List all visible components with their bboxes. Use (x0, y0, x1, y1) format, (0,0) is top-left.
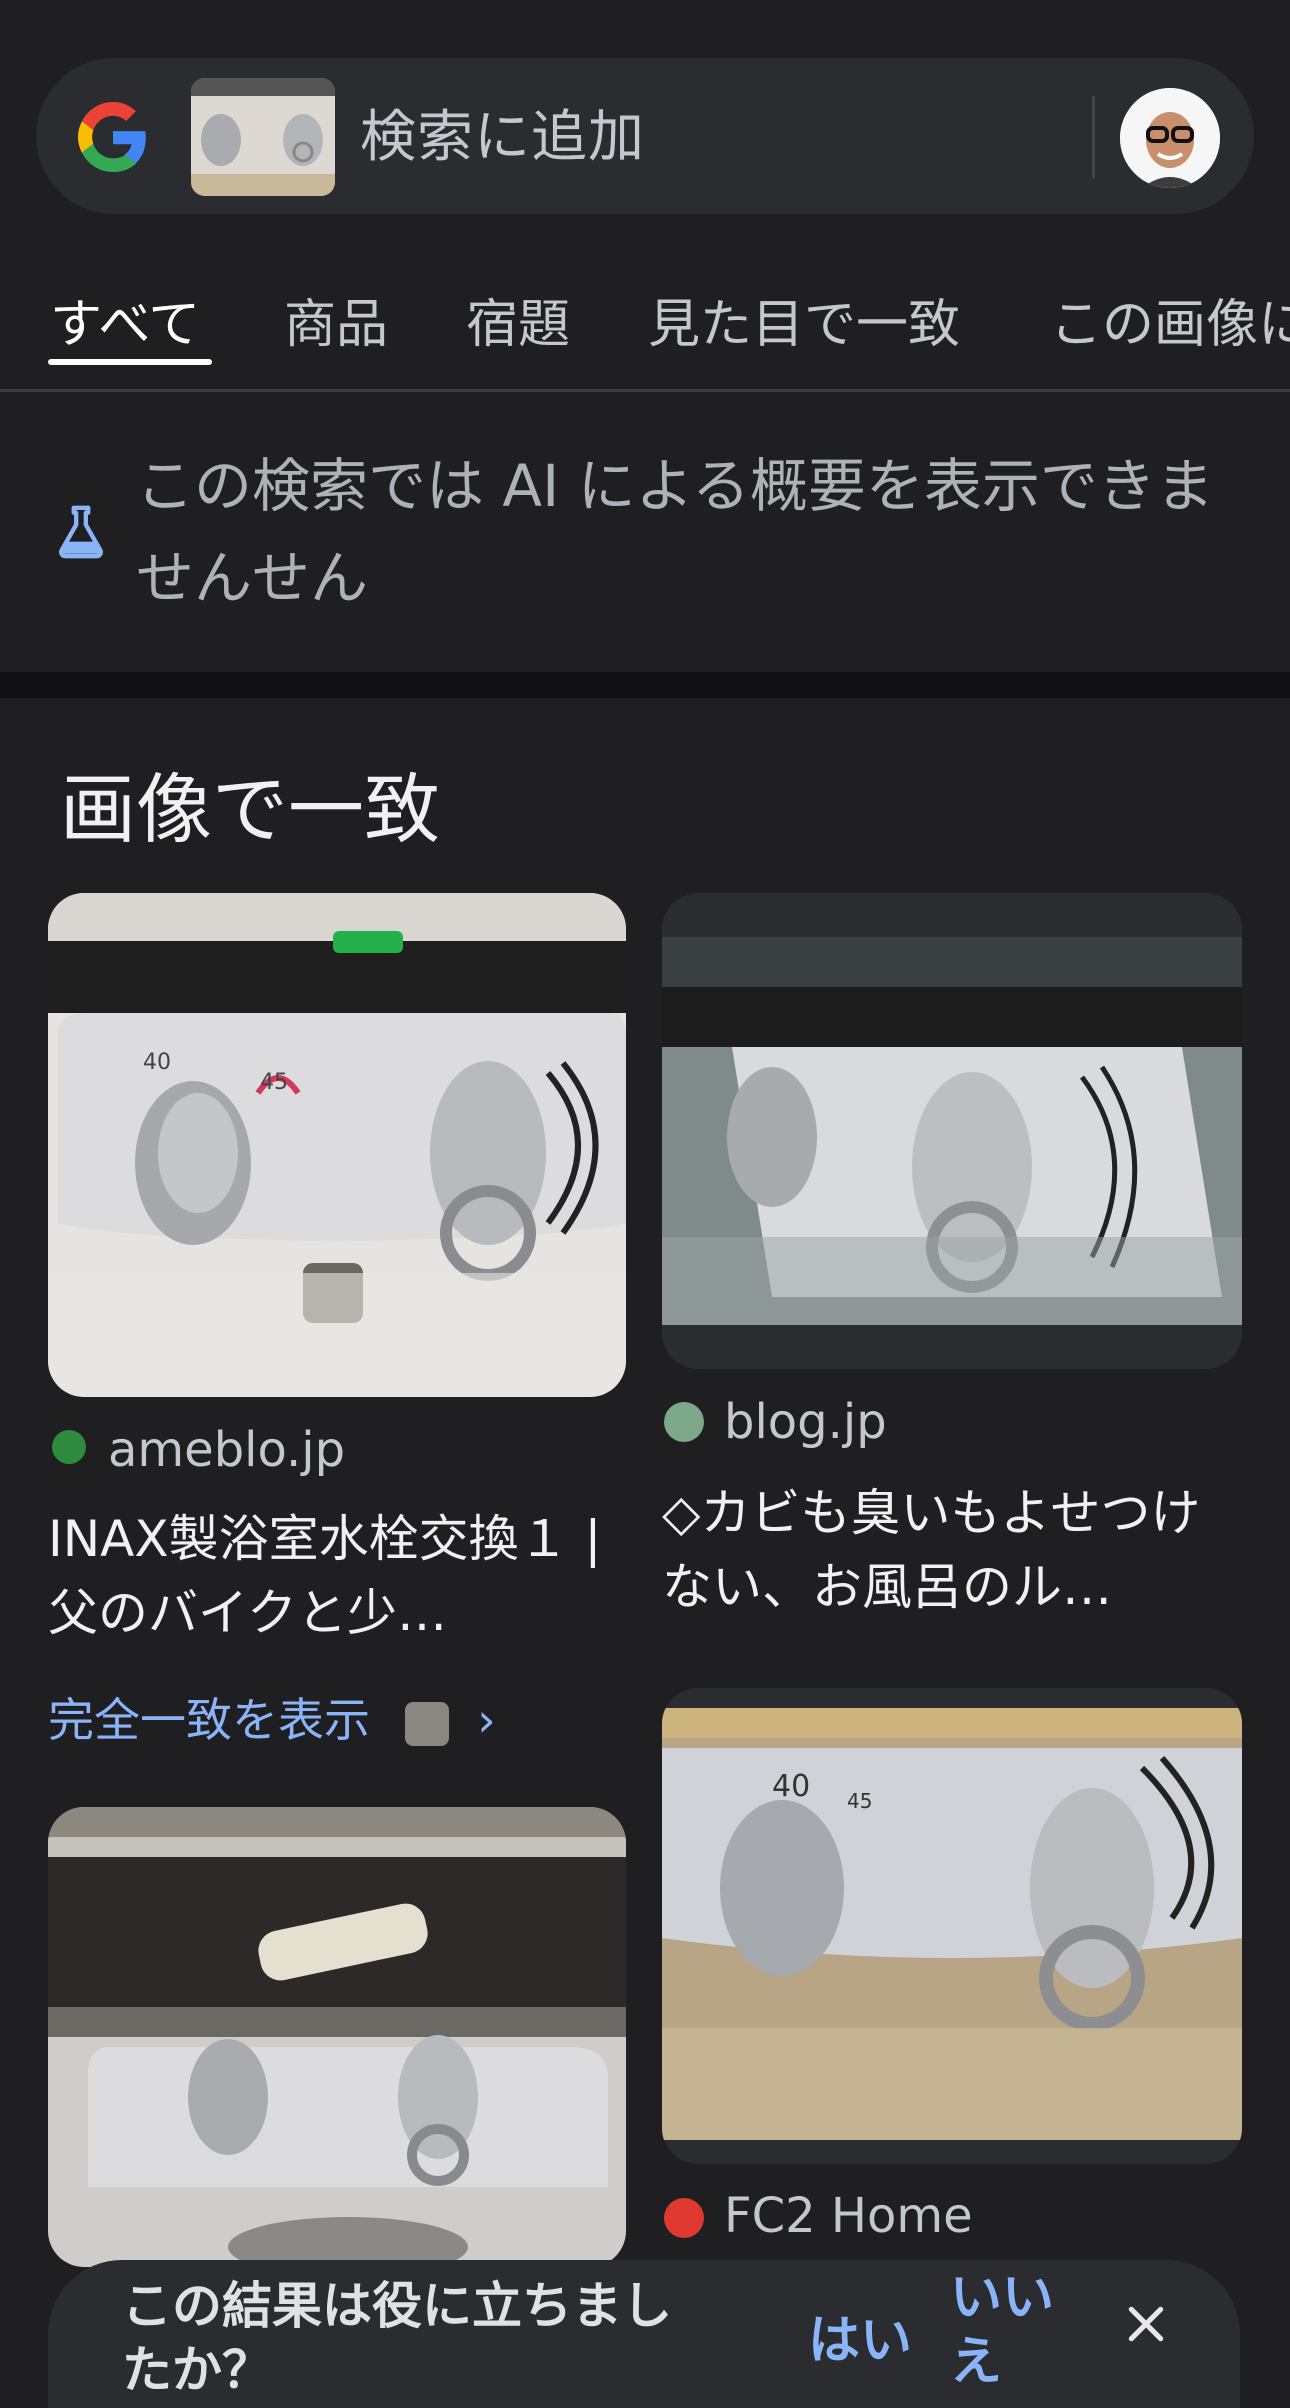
result-title[interactable]: ◇カビも臭いもよせつけない、お風呂のル… (662, 1476, 1242, 1624)
result-source[interactable]: blog.jp (724, 1394, 887, 1450)
tab-products[interactable]: 商品 (284, 282, 388, 357)
active-tab-indicator (48, 359, 212, 365)
feedback-no-button[interactable]: いいえ (950, 2266, 1060, 2394)
ameblo-favicon-icon (52, 1430, 86, 1464)
tab-visual-matches[interactable]: 見た目で一致 (648, 282, 960, 357)
result-image[interactable] (662, 893, 1242, 1369)
divider (0, 389, 1290, 392)
section-separator (0, 672, 1290, 698)
fc2-favicon-icon (664, 2198, 704, 2238)
exact-match-label: 完全一致を表示 (48, 1693, 370, 1747)
result-source[interactable]: ameblo.jp (108, 1422, 345, 1478)
divider (1092, 96, 1095, 178)
tab-bar: すべて 商品 宿題 見た目で一致 この画像に (0, 250, 1290, 390)
feedback-yes-button[interactable]: はい (808, 2298, 912, 2373)
svg-text:45: 45 (847, 1789, 872, 1813)
exact-match-thumbnail-icon (404, 1701, 449, 1746)
search-image-thumbnail[interactable] (191, 78, 335, 196)
section-title: 画像で一致 (60, 765, 440, 854)
search-input[interactable]: 検索に追加 (360, 104, 645, 172)
ai-overview-unavailable-text: この検索では AI による概要を表示できませんせん (136, 452, 1214, 612)
result-source[interactable]: FC2 Home (724, 2188, 973, 2244)
result-image[interactable]: 40 45 (48, 893, 626, 1397)
blog-favicon-icon (664, 1402, 704, 1442)
result-title[interactable]: INAX製浴室水栓交換１ | 父のバイクと少… (48, 1502, 628, 1650)
feedback-question: この結果は役に立ちましたか？ (122, 2277, 672, 2399)
close-icon[interactable] (1124, 2302, 1168, 2346)
flask-icon (59, 505, 103, 559)
svg-text:40: 40 (143, 1050, 171, 1075)
chevron-right-icon: › (477, 1693, 496, 1747)
tab-homework[interactable]: 宿題 (466, 282, 570, 357)
result-image[interactable]: 40 45 (662, 1688, 1242, 2164)
tab-all[interactable]: すべて (50, 282, 200, 357)
svg-text:45: 45 (260, 1070, 288, 1095)
show-exact-matches-link[interactable]: 完全一致を表示 › (48, 1684, 496, 1750)
google-logo-icon (78, 102, 146, 172)
svg-text:40: 40 (772, 1769, 810, 1804)
result-image[interactable] (48, 1807, 626, 2267)
avatar[interactable] (1120, 88, 1220, 188)
tab-about-image[interactable]: この画像に (1050, 282, 1290, 357)
